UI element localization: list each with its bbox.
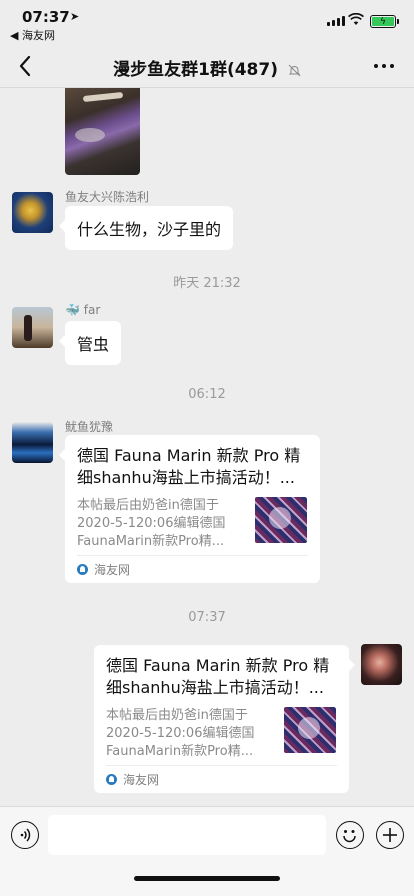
fish-emoji-icon: 🐳 — [65, 303, 80, 317]
chat-title: 漫步鱼友群1群(487) — [0, 55, 414, 80]
timestamp: 06:12 — [188, 387, 226, 402]
battery-charging-icon: ϟ — [372, 17, 394, 27]
link-source: 海友网 — [106, 765, 337, 793]
sender-name: 鱼友大兴陈浩利 — [65, 190, 150, 204]
sender-name: 🐳 far — [65, 303, 101, 317]
mute-notifications-icon — [288, 64, 301, 76]
home-indicator[interactable] — [134, 876, 280, 881]
source-name: 海友网 — [123, 773, 160, 787]
message-input[interactable] — [48, 815, 326, 855]
location-arrow-icon: ➤ — [70, 10, 80, 23]
group-name: 漫步鱼友群1群(487) — [113, 60, 278, 80]
wifi-icon — [348, 13, 364, 25]
message-list[interactable]: 鱼友大兴陈浩利 什么生物，沙子里的 昨天 21:32 🐳 far 管虫 06:1… — [0, 88, 414, 806]
timestamp: 07:37 — [188, 610, 226, 625]
sender-name: 鱿鱼犹豫 — [65, 420, 114, 434]
source-logo-icon — [77, 564, 88, 575]
text-message[interactable]: 什么生物，沙子里的 — [58, 206, 234, 250]
emoji-button[interactable] — [336, 821, 364, 849]
link-description: 本帖最后由奶爸in德国于2020-5-120:06编辑德国FaunaMarin新… — [106, 708, 255, 759]
link-card[interactable]: 德国 Fauna Marin 新款 Pro 精细shanhu海盐上市搞活动！..… — [59, 435, 320, 583]
link-source: 海友网 — [77, 555, 308, 583]
status-time: 07:37 — [22, 8, 70, 26]
signal-icon — [327, 16, 345, 26]
more-functions-button[interactable] — [376, 821, 404, 849]
status-bar: 07:37 ➤ ◀ 海友网 ϟ — [0, 0, 414, 44]
back-to-app-link[interactable]: ◀ 海友网 — [10, 27, 55, 43]
source-logo-icon — [106, 774, 117, 785]
chat-header: 漫步鱼友群1群(487) — [0, 44, 414, 88]
avatar[interactable] — [12, 192, 53, 233]
voice-icon — [20, 828, 31, 842]
plus-icon — [383, 828, 397, 842]
link-title: 德国 Fauna Marin 新款 Pro 精细shanhu海盐上市搞活动！..… — [106, 656, 330, 697]
message-text: 什么生物，沙子里的 — [77, 220, 222, 239]
text-message[interactable]: 管虫 — [58, 321, 122, 365]
more-options-button[interactable] — [374, 64, 394, 68]
message-text: 管虫 — [77, 335, 110, 354]
image-message[interactable] — [65, 88, 140, 175]
battery-icon: ϟ — [370, 15, 399, 28]
avatar[interactable] — [12, 307, 53, 348]
timestamp: 昨天 21:32 — [173, 276, 241, 291]
link-thumbnail — [255, 497, 307, 543]
link-card[interactable]: 德国 Fauna Marin 新款 Pro 精细shanhu海盐上市搞活动！..… — [94, 645, 355, 793]
link-description: 本帖最后由奶爸in德国于2020-5-120:06编辑德国FaunaMarin新… — [77, 498, 226, 549]
input-bar — [0, 806, 414, 896]
avatar[interactable] — [12, 422, 53, 463]
my-avatar[interactable] — [361, 644, 402, 685]
emoji-icon — [343, 830, 356, 843]
source-name: 海友网 — [94, 563, 131, 577]
link-thumbnail — [284, 707, 336, 753]
link-title: 德国 Fauna Marin 新款 Pro 精细shanhu海盐上市搞活动！..… — [77, 446, 301, 487]
voice-input-button[interactable] — [11, 821, 39, 849]
